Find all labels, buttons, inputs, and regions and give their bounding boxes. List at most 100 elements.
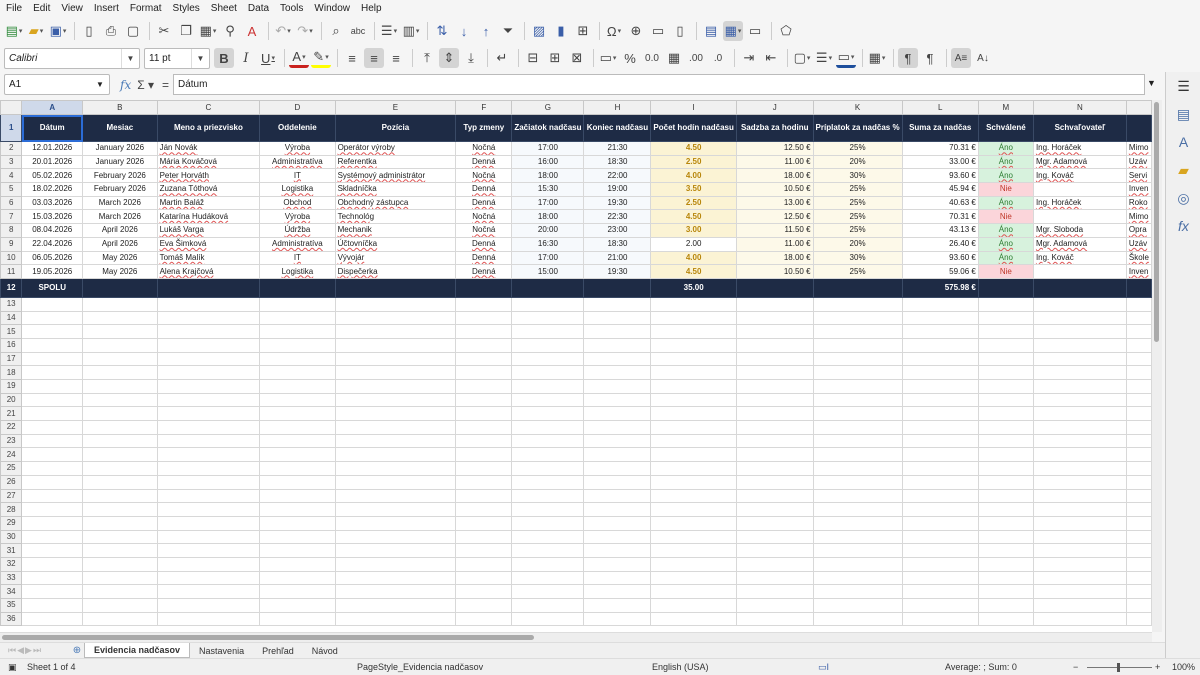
cell[interactable]: Mimo [1125,209,1152,225]
font-name-combo[interactable]: Calibri ▼ [4,47,140,69]
cell[interactable] [650,515,737,531]
cell[interactable] [735,392,814,408]
cell[interactable] [511,433,585,449]
cell[interactable] [583,277,652,298]
cell[interactable] [82,310,158,326]
cell[interactable] [334,598,457,613]
cell[interactable] [511,461,585,476]
cell[interactable] [650,543,737,558]
row-header[interactable]: 30 [0,529,23,545]
cell[interactable] [650,474,737,490]
cell[interactable] [21,351,84,367]
menu-help[interactable]: Help [361,3,382,14]
cell[interactable]: 17:00 [511,250,585,266]
cell[interactable] [583,447,652,463]
conditional-format-icon[interactable]: ▦ [867,48,887,68]
cell[interactable] [259,324,336,339]
column-header[interactable]: H [583,100,652,115]
cell[interactable] [977,324,1034,339]
cell[interactable] [455,351,513,367]
cell[interactable]: 17:00 [511,195,585,211]
zoom-slider-handle[interactable] [1117,663,1120,672]
cell[interactable]: 23:00 [583,223,652,238]
cell[interactable] [511,310,585,326]
cell[interactable] [812,502,903,517]
cell[interactable] [156,351,261,367]
cell[interactable] [455,598,513,613]
font-size-combo[interactable]: 11 pt ▼ [144,47,210,69]
cell[interactable] [334,310,457,326]
border-color-icon[interactable]: ▭ [836,48,856,68]
cell[interactable] [511,296,585,312]
cell[interactable]: 10.50 € [735,264,814,279]
sort-descending-icon[interactable]: ↑ [476,21,496,41]
cell[interactable] [583,310,652,326]
cell[interactable] [1032,461,1127,476]
wrap-text-icon[interactable]: ↵ [492,48,512,68]
cell[interactable] [455,447,513,463]
header-cell[interactable]: Počet hodín nadčasu [650,114,737,142]
sort-ascending-icon[interactable]: ↓ [454,21,474,41]
cell[interactable]: Inven [1125,264,1152,279]
cell[interactable] [1125,324,1152,339]
cell[interactable]: 18.00 € [735,250,814,266]
cell[interactable]: Mgr. Adamová [1032,236,1127,252]
spreadsheet-grid[interactable]: A B C D E F G H I J K L M N 1 Dátum Mesiac Meno a priezvi… [0,100,1152,632]
approval-status[interactable]: Áno [977,223,1034,238]
row-header[interactable]: 9 [0,236,23,252]
cell[interactable] [1032,392,1127,408]
left-to-right-icon[interactable]: ¶ [898,48,918,68]
cell[interactable] [650,502,737,517]
column-header[interactable]: M [977,100,1034,115]
cell[interactable]: 03.03.2026 [21,195,84,211]
cell[interactable] [334,529,457,545]
cell[interactable] [156,556,261,572]
vertical-scrollbar[interactable] [1152,100,1162,632]
cell[interactable] [812,379,903,394]
cell[interactable]: 17:00 [511,141,585,156]
cell[interactable] [21,461,84,476]
cell[interactable] [156,584,261,599]
cell[interactable]: 19:30 [583,195,652,211]
cell[interactable]: 21:30 [583,141,652,156]
cell[interactable] [21,324,84,339]
cell[interactable] [977,379,1034,394]
currency-format-icon[interactable]: ▭ [598,48,618,68]
approval-status[interactable]: Áno [977,250,1034,266]
cell[interactable]: 15:00 [511,264,585,279]
tab-prehlad[interactable]: Prehľad [253,643,303,658]
text-direction-ttb-icon[interactable]: A↓ [973,48,993,68]
cell[interactable] [650,365,737,380]
cell[interactable] [334,406,457,422]
hours-cell[interactable]: 4.00 [650,168,737,184]
cell[interactable] [1032,420,1127,435]
cell[interactable] [650,406,737,422]
cell[interactable]: 18:30 [583,154,652,170]
cell[interactable] [1032,502,1127,517]
cell[interactable] [259,420,336,435]
cell[interactable] [334,296,457,312]
align-right-icon[interactable]: ≡ [386,48,406,68]
cell[interactable]: 20:00 [511,223,585,238]
cell[interactable] [455,433,513,449]
cell[interactable] [156,488,261,504]
cell[interactable] [1032,351,1127,367]
cell[interactable] [1032,296,1127,312]
cell[interactable]: Údržba [259,223,336,238]
cell[interactable] [583,406,652,422]
sidebar-menu-icon[interactable]: ☰ [1166,72,1200,100]
cell[interactable] [455,556,513,572]
cell[interactable] [583,584,652,599]
row-header[interactable]: 35 [0,598,23,613]
cell[interactable] [259,474,336,490]
cell[interactable] [1032,543,1127,558]
cell[interactable] [21,598,84,613]
cell[interactable] [1032,310,1127,326]
cell[interactable]: Škole [1125,250,1152,266]
find-replace-icon[interactable]: ⌕ [326,21,346,41]
cell[interactable] [156,474,261,490]
cell[interactable] [259,461,336,476]
cell[interactable] [1032,515,1127,531]
row-header[interactable]: 16 [0,337,23,353]
cell[interactable] [259,365,336,380]
